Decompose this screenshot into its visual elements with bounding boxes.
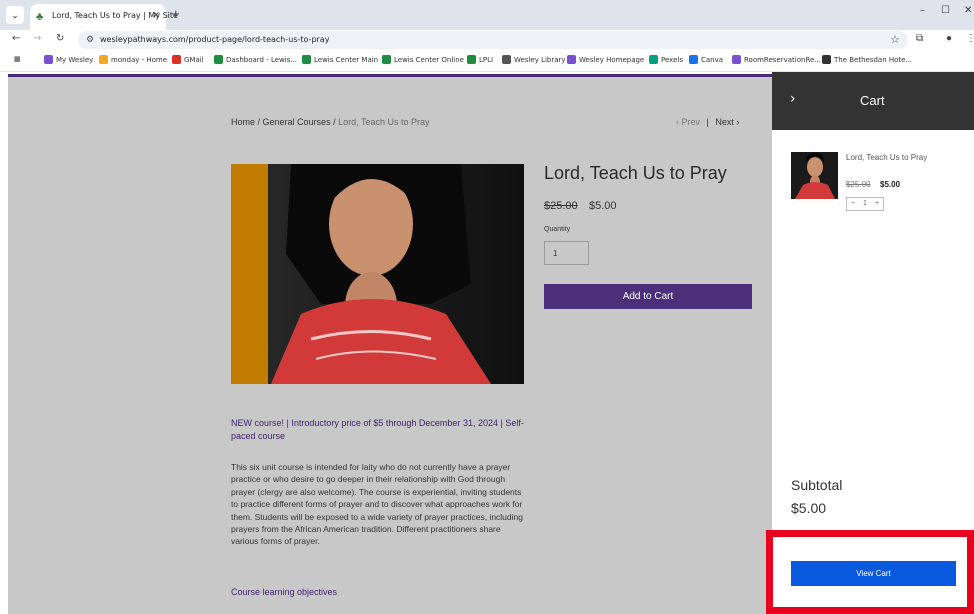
active-tab[interactable]: ♣ Lord, Teach Us to Pray | My Site ✕ [30,4,178,30]
profile-avatar-icon[interactable]: ● [946,33,952,44]
bookmark-canva[interactable]: Canva [689,55,723,64]
course-description: This six unit course is intended for lai… [231,462,523,547]
sale-price: $5.00 [589,200,617,212]
bookmark-bethesdan-hotel[interactable]: The Bethesdan Hote... [822,55,912,64]
reload-icon[interactable]: ↻ [56,33,64,44]
back-icon[interactable]: ← [12,33,20,44]
cart-header: › Cart [772,72,974,130]
breadcrumb-home-link[interactable]: Home [231,117,255,127]
cart-item-thumbnail[interactable] [791,152,838,199]
forward-icon[interactable]: → [33,33,41,44]
bookmark-my-wesley[interactable]: My Wesley [44,55,93,64]
close-cart-chevron-icon[interactable]: › [790,91,796,107]
cart-item-price: $5.00 [880,180,901,189]
bookmark-lewis-center-online[interactable]: Lewis Center Online [382,55,464,64]
quantity-input[interactable]: 1 [544,241,589,265]
decrement-button[interactable]: − [851,200,855,207]
browser-window: ⌄ ♣ Lord, Teach Us to Pray | My Site ✕ +… [0,0,974,614]
quantity-label: Quantity [544,226,571,233]
next-link[interactable]: Next › [715,117,739,127]
cart-quantity-value[interactable]: 1 [863,200,867,207]
increment-button[interactable]: + [875,200,879,207]
bookmark-star-icon[interactable]: ☆ [890,33,900,46]
bookmark-wesley-library[interactable]: Wesley Library [502,55,566,64]
add-to-cart-button[interactable]: Add to Cart [544,284,752,309]
product-title: Lord, Teach Us to Pray [544,163,727,183]
menu-kebab-icon[interactable]: ⋮ [966,33,974,44]
url-text: wesleypathways.com/product-page/lord-tea… [100,35,330,44]
breadcrumb-separator: / [330,117,339,127]
product-page-overlay[interactable]: Home / General Courses / Lord, Teach Us … [8,77,772,614]
site-info-icon[interactable]: ⚙ [86,34,94,45]
prev-next-nav: ‹ Prev | Next › [676,117,739,127]
breadcrumb-separator: / [255,117,263,127]
apps-grid-icon[interactable]: ▦ [14,55,21,63]
address-bar-row: ← → ↻ ⚙ wesleypathways.com/product-page/… [0,30,974,50]
nav-divider: | [706,117,709,127]
cart-item-original-price: $25.00 [846,180,871,189]
tab-close-icon[interactable]: ✕ [152,10,160,21]
bookmark-gmail[interactable]: GMail [172,55,204,64]
page-left-gutter [0,72,8,614]
bookmark-lpli[interactable]: LPLI [467,55,493,64]
site-favicon-icon: ♣ [36,11,44,23]
cart-quantity-stepper[interactable]: − 1 + [846,197,884,211]
bookmark-pexels[interactable]: Pexels [649,55,683,64]
promo-text: NEW course! | Introductory price of $5 t… [231,418,524,441]
breadcrumb-category-link[interactable]: General Courses [263,117,331,127]
url-input[interactable]: ⚙ wesleypathways.com/product-page/lord-t… [78,31,908,49]
bookmarks-bar: ▦ My Wesley monday - Home GMail Dashboar… [0,50,974,72]
tab-search-icon[interactable]: ⌄ [6,6,24,24]
cart-title: Cart [860,93,885,108]
new-tab-button[interactable]: + [172,6,180,21]
original-price: $25.00 [544,200,578,212]
breadcrumb: Home / General Courses / Lord, Teach Us … [231,117,429,127]
bookmark-monday[interactable]: monday - Home [99,55,167,64]
prev-link[interactable]: ‹ Prev [676,117,700,127]
bookmark-lewis-center-main[interactable]: Lewis Center Main [302,55,378,64]
extensions-icon[interactable]: ⧉ [916,33,923,44]
bookmark-room-reservation[interactable]: RoomReservationRe... [732,55,821,64]
minimize-icon[interactable]: – [920,5,925,16]
product-image[interactable] [231,164,524,384]
maximize-icon[interactable]: ☐ [941,5,950,16]
subtotal-value: $5.00 [791,500,827,516]
bookmark-wesley-homepage[interactable]: Wesley Homepage [567,55,644,64]
bookmark-dashboard[interactable]: Dashboard - Lewis... [214,55,297,64]
objectives-heading: Course learning objectives [231,587,338,597]
subtotal-label: Subtotal [791,477,843,493]
tab-strip: ⌄ ♣ Lord, Teach Us to Pray | My Site ✕ +… [0,0,974,30]
cart-item-name[interactable]: Lord, Teach Us to Pray [846,152,936,163]
breadcrumb-current: Lord, Teach Us to Pray [338,117,430,127]
close-window-icon[interactable]: ✕ [964,5,972,16]
view-cart-button[interactable]: View Cart [791,561,956,586]
